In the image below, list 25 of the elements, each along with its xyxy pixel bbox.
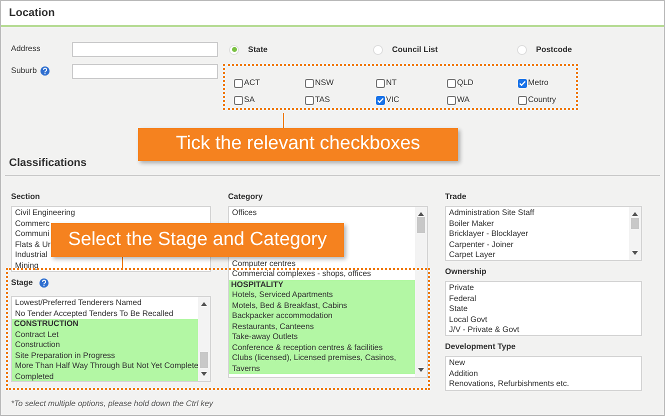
radio-label: Council List: [392, 44, 438, 56]
radio-label: Postcode: [536, 44, 572, 56]
field-label: Category: [228, 191, 263, 203]
checkbox-label: WA: [457, 94, 470, 106]
radio-label: State: [248, 44, 268, 56]
checkbox-label: VIC: [386, 94, 400, 106]
checkbox-label: QLD: [457, 77, 474, 89]
field-label: Stage: [11, 277, 33, 289]
checkbox-label: Country: [528, 94, 556, 106]
field-label: Section: [11, 191, 40, 203]
checkbox-label: Metro: [528, 77, 548, 89]
section-title: Location: [1, 1, 664, 27]
field-label: Trade: [445, 191, 466, 203]
field-label: Development Type: [445, 341, 516, 353]
hint-text: *To select multiple options, please hold down the Ctrl key: [10, 398, 214, 410]
checkbox-label: TAS: [315, 94, 330, 106]
field-label: Suburb: [11, 65, 37, 77]
checkbox-label: NT: [386, 77, 397, 89]
callout-tooltip: Select the Stage and Category: [51, 223, 344, 257]
checkbox-label: NSW: [315, 77, 334, 89]
field-label: Ownership: [445, 266, 486, 278]
checkbox-label: ACT: [244, 77, 260, 89]
field-label: Address: [11, 43, 40, 55]
callout-tooltip: Tick the relevant checkboxes: [138, 128, 458, 161]
checkbox-label: SA: [244, 94, 255, 106]
